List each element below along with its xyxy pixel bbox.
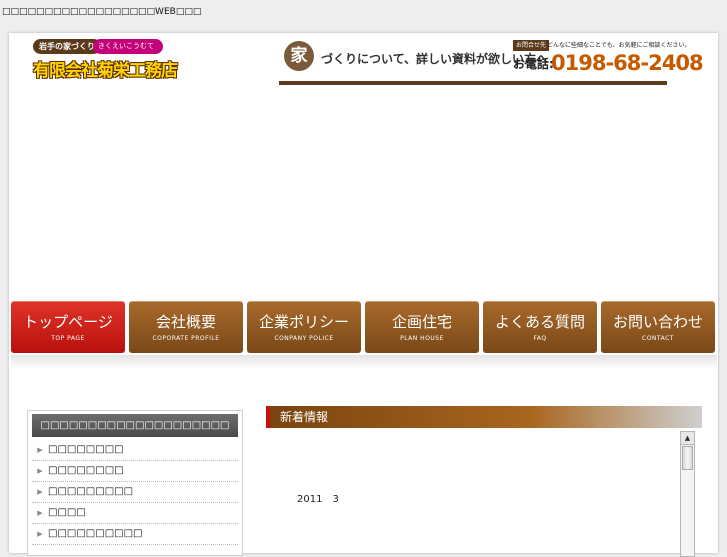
nav-label: よくある質問 (494, 313, 585, 331)
company-logo[interactable]: 岩手の家づくり きくえいこうむてん 有限会社菊栄工務店 (33, 39, 178, 83)
scroll-thumb[interactable] (682, 446, 693, 470)
sidebar-item-label: □□□□□□□□ (48, 465, 124, 476)
nav-sublabel: FAQ (533, 335, 547, 342)
nav-plan-house[interactable]: 企画住宅 PLAN HOUSE (365, 301, 479, 353)
sidebar-item[interactable]: ▶ □□□□□□□□ (32, 461, 238, 482)
news-content: 2011 3 (266, 430, 698, 554)
triangle-right-icon: ▶ (37, 488, 43, 496)
triangle-right-icon: ▶ (37, 509, 43, 517)
sidebar-heading: □□□□□□□□□□□□□□□□□□□□ (32, 414, 238, 437)
phone-number[interactable]: 0198-68-2408 (551, 51, 704, 75)
logo-tagline: 岩手の家づくり (33, 39, 101, 54)
sidebar-item[interactable]: ▶ □□□□ (32, 503, 238, 524)
house-icon: 家 (284, 41, 314, 71)
news-title: 新着情報 (280, 410, 329, 424)
nav-sublabel: CONPANY POLICE (274, 335, 334, 342)
nav-label: トップページ (23, 313, 113, 331)
sidebar-item-label: □□□□□□□□□ (48, 486, 134, 497)
logo-kana: きくえいこうむてん (93, 39, 163, 65)
news-scrollbar[interactable]: ▲ (680, 431, 695, 557)
nav-company-profile[interactable]: 会社概要 COPORATE PROFILE (129, 301, 243, 353)
triangle-right-icon: ▶ (37, 467, 43, 475)
sidebar-item[interactable]: ▶ □□□□□□□□□□ (32, 524, 238, 545)
triangle-right-icon: ▶ (37, 530, 43, 538)
nav-top[interactable]: トップページ TOP PAGE (11, 301, 125, 353)
sidebar-item-label: □□□□□□□□ (48, 444, 124, 455)
sidebar-item[interactable]: ▶ □□□□□□□□ (32, 440, 238, 461)
nav-label: 企画住宅 (391, 313, 452, 331)
page-container: 岩手の家づくり きくえいこうむてん 有限会社菊栄工務店 家 づくりについて、詳し… (9, 33, 718, 557)
sidebar-item[interactable]: ▶ □□□□□□□□□ (32, 482, 238, 503)
nav-sublabel: CONTACT (642, 335, 674, 342)
news-header: 新着情報 (266, 406, 702, 428)
nav-sublabel: PLAN HOUSE (400, 335, 444, 342)
nav-company-policy[interactable]: 企業ポリシー CONPANY POLICE (247, 301, 361, 353)
triangle-right-icon: ▶ (37, 446, 43, 454)
contact-banner: 家 づくりについて、詳しい資料が欲しい方へ お問合せ先 どんなに些細なことでも、… (279, 39, 704, 85)
sidebar-item-label: □□□□□□□□□□ (48, 528, 143, 539)
nav-label: お問い合わせ (612, 313, 703, 331)
site-tagline: □□□□□□□□□□□□□□□□□□WEB□□□ (2, 7, 202, 17)
nav-contact[interactable]: お問い合わせ CONTACT (601, 301, 715, 353)
tel-label: お電話: (513, 57, 554, 71)
nav-label: 会社概要 (155, 313, 216, 331)
banner-note: どんなに些細なことでも、お気軽にご相談ください。 (547, 42, 691, 49)
nav-label: 企業ポリシー (258, 313, 349, 331)
logo-company-name: 有限会社菊栄工務店 (33, 61, 178, 81)
scroll-up-arrow-icon[interactable]: ▲ (681, 432, 694, 445)
nav-faq[interactable]: よくある質問 FAQ (483, 301, 597, 353)
main-nav: トップページ TOP PAGE 会社概要 COPORATE PROFILE 企業… (11, 301, 717, 353)
nav-sublabel: TOP PAGE (51, 335, 85, 342)
nav-shadow (11, 355, 717, 369)
inquiry-badge: お問合せ先 (513, 40, 550, 51)
sidebar-item-label: □□□□ (48, 507, 86, 518)
nav-sublabel: COPORATE PROFILE (152, 335, 220, 342)
news-entry-date: 2011 3 (297, 494, 339, 505)
sidebar-menu: □□□□□□□□□□□□□□□□□□□□ ▶ □□□□□□□□ ▶ □□□□□□□□… (27, 410, 243, 556)
